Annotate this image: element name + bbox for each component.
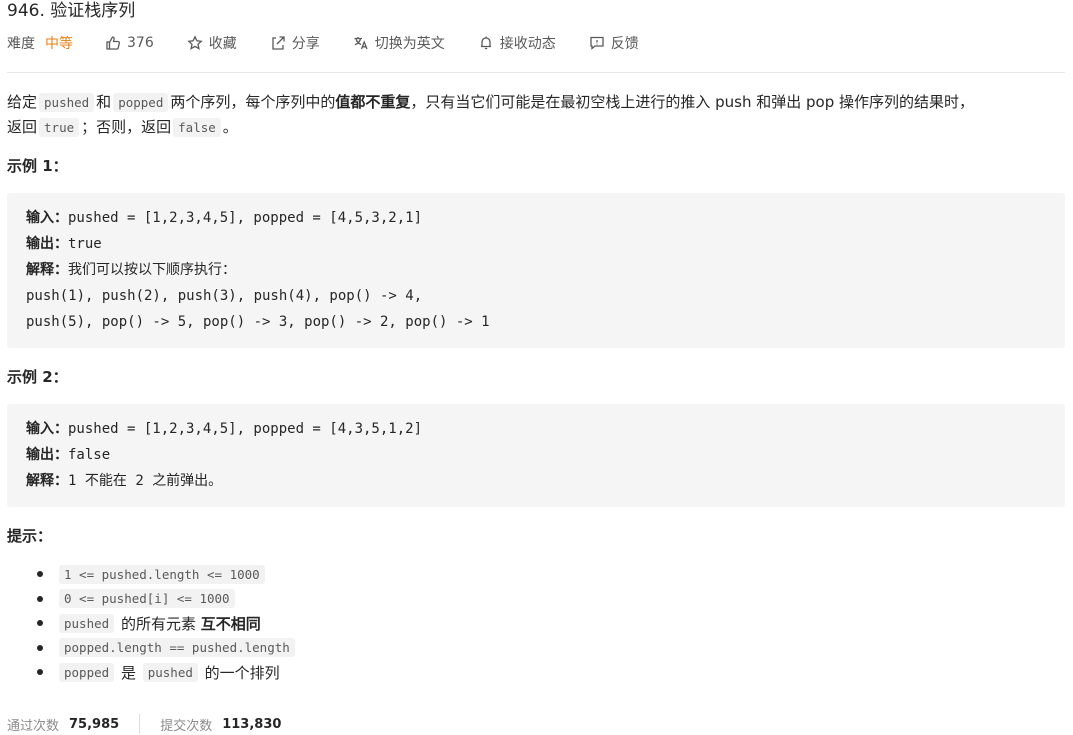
desc-bold: 值都不重复 (335, 93, 411, 111)
desc-text: ；否则，返回 (81, 118, 172, 136)
feedback-icon (590, 36, 604, 50)
favorite-label: 收藏 (208, 36, 237, 52)
divider (7, 72, 1065, 73)
example-1-block: 输入：pushed = [1,2,3,4,5], popped = [4,5,3… (7, 193, 1065, 348)
bell-icon (480, 36, 491, 50)
problem-meta-bar: 难度 中等 376 收藏 分享 切换为英文 接收动态 反馈 (7, 32, 639, 54)
submissions-label: 提交次数 (160, 718, 213, 734)
hint-text: 的所有元素 (120, 614, 196, 633)
like-count: 376 (127, 35, 154, 51)
explanation-text: 之前弹出。 (152, 473, 223, 489)
problem-title: 946. 验证栈序列 (7, 1, 136, 21)
explanation-label: 解释： (26, 473, 68, 489)
desc-text: 。 (222, 118, 238, 136)
translate-icon (354, 37, 368, 50)
output-label: 输出： (26, 236, 68, 252)
star-icon (187, 35, 203, 50)
explanation-label: 解释： (26, 262, 68, 278)
hints-heading: 提示： (7, 527, 53, 545)
difficulty-value: 中等 (45, 36, 73, 52)
desc-text: 返回 (7, 118, 38, 136)
translate-label: 切换为英文 (374, 36, 445, 52)
thumbs-up-icon (106, 36, 120, 50)
inline-code: false (173, 118, 221, 137)
share-icon (272, 36, 285, 50)
explanation-text: 不能在 (84, 473, 127, 489)
example-1-heading: 示例 1： (7, 157, 68, 175)
difficulty: 难度 中等 (7, 33, 73, 53)
list-item: popped 是 pushed 的一个排列 (7, 660, 297, 685)
hints-list: 1 <= pushed.length <= 1000 0 <= pushed[i… (7, 562, 297, 685)
output-value: true (68, 236, 102, 252)
inline-code: pushed (39, 93, 95, 112)
example-2-heading: 示例 2： (7, 368, 68, 386)
inline-code: pushed (59, 613, 115, 633)
code-line: push(1), push(2), push(3), push(4), pop(… (26, 288, 423, 304)
desc-text: 给定 (7, 93, 38, 111)
translate-button[interactable]: 切换为英文 (353, 33, 445, 53)
explanation-num: 1 (68, 473, 77, 489)
inline-code: popped (113, 93, 169, 112)
difficulty-label: 难度 (7, 36, 35, 52)
hint-text: 是 (120, 663, 136, 682)
explanation-value: 我们可以按以下顺序执行： (68, 262, 236, 278)
desc-text: 和 (96, 93, 112, 111)
input-value: pushed = [1,2,3,4,5], popped = [4,5,3,2,… (68, 210, 423, 226)
inline-code: 0 <= pushed[i] <= 1000 (59, 589, 235, 609)
accepted-label: 通过次数 (7, 718, 60, 734)
favorite-button[interactable]: 收藏 (187, 33, 237, 53)
inline-code: pushed (142, 662, 198, 682)
code-line: push(5), pop() -> 5, pop() -> 3, pop() -… (26, 314, 490, 330)
hint-bold: 互不相同 (200, 614, 261, 633)
feedback-label: 反馈 (610, 36, 639, 52)
submission-stats: 通过次数 75,985 提交次数 113,830 (7, 714, 281, 734)
desc-text: 两个序列，每个序列中的 (170, 93, 336, 111)
inline-code: 1 <= pushed.length <= 1000 (59, 564, 265, 584)
feedback-button[interactable]: 反馈 (589, 33, 639, 53)
explanation-num: 2 (135, 473, 144, 489)
desc-text: ，只有当它们可能是在最初空栈上进行的推入 push 和弹出 pop 操作序列的结… (410, 93, 975, 111)
hint-text: 的一个排列 (204, 663, 280, 682)
input-label: 输入： (26, 421, 68, 437)
inline-code: true (39, 118, 80, 137)
share-label: 分享 (291, 36, 320, 52)
submissions-count: 113,830 (222, 716, 282, 732)
subscribe-label: 接收动态 (499, 36, 556, 52)
inline-code: popped.length == pushed.length (59, 638, 295, 658)
list-item: 0 <= pushed[i] <= 1000 (7, 587, 297, 612)
inline-code: popped (59, 662, 115, 682)
accepted-count: 75,985 (69, 716, 120, 732)
input-label: 输入： (26, 210, 68, 226)
stats-divider (139, 714, 141, 734)
share-button[interactable]: 分享 (270, 33, 320, 53)
subscribe-button[interactable]: 接收动态 (478, 33, 556, 53)
output-value: false (68, 447, 111, 463)
example-2-block: 输入：pushed = [1,2,3,4,5], popped = [4,3,5… (7, 404, 1065, 507)
list-item: 1 <= pushed.length <= 1000 (7, 562, 297, 587)
output-label: 输出： (26, 447, 68, 463)
list-item: pushed 的所有元素 互不相同 (7, 611, 297, 636)
problem-description: 给定 pushed 和 popped 两个序列，每个序列中的值都不重复，只有当它们可能是… (7, 90, 1057, 140)
input-value: pushed = [1,2,3,4,5], popped = [4,3,5,1,… (68, 421, 423, 437)
like-button[interactable]: 376 (105, 35, 154, 51)
list-item: popped.length == pushed.length (7, 636, 297, 661)
